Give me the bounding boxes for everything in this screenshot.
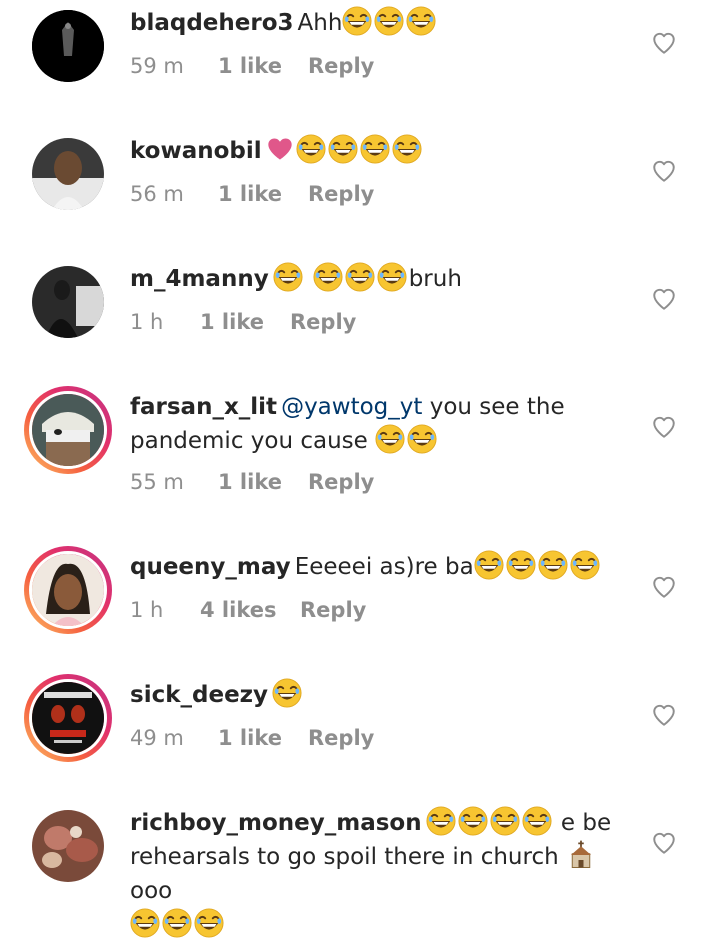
comment-username[interactable]: farsan_x_lit [130,394,277,420]
avatar [29,679,107,757]
avatar-image [32,10,104,82]
heart-outline-icon[interactable] [651,30,677,56]
avatar-image [32,138,104,210]
laughing-emoji-icon [328,134,358,164]
comment-text: blaqdehero3 Ahh [130,6,630,40]
comment-meta: 59 m 1 like Reply [130,54,374,78]
heart-outline-icon[interactable] [651,830,677,856]
avatar-image [32,682,104,754]
heart-outline-icon[interactable] [651,286,677,312]
comment-body: pandemic you cause [130,428,368,454]
laughing-emoji-icon [490,806,520,836]
comment-meta: 49 m 1 like Reply [130,726,374,750]
laughing-emoji-icon [474,550,504,580]
laughing-emoji-icon [296,134,326,164]
avatar[interactable] [32,266,104,338]
avatar-image [32,266,104,338]
comment-likes[interactable]: 1 like [218,470,308,494]
avatar [29,551,107,629]
heart-outline-icon[interactable] [651,414,677,440]
comment-text: richboy_money_mason e be rehearsals to g… [130,806,630,942]
avatar [29,391,107,469]
avatar-story-ring[interactable] [24,546,112,634]
heart-outline-icon[interactable] [651,574,677,600]
comment-time: 55 m [130,470,184,494]
laughing-emoji-icon [313,262,343,292]
comment-time: 56 m [130,182,184,206]
comment-username[interactable]: queeny_may [130,554,291,580]
comment-username[interactable]: richboy_money_mason [130,810,422,836]
laughing-emoji-icon [426,806,456,836]
laughing-emoji-icon [407,424,437,454]
avatar[interactable] [32,810,104,882]
avatar-image [32,394,104,466]
avatar-image [32,810,104,882]
laughing-emoji-icon [360,134,390,164]
comment-body: Ahh [297,10,343,36]
comment-time: 49 m [130,726,184,750]
avatar[interactable] [32,10,104,82]
laughing-emoji-icon [538,550,568,580]
church-emoji-icon [566,840,596,870]
comment-meta: 56 m 1 like Reply [130,182,374,206]
comment-text: sick_deezy [130,678,630,712]
comment-body: e be [560,810,612,836]
reply-button[interactable]: Reply [308,470,374,494]
comment-time: 1 h [130,598,164,622]
laughing-emoji-icon [570,550,600,580]
avatar[interactable] [32,138,104,210]
laughing-emoji-icon [345,262,375,292]
reply-button[interactable]: Reply [300,598,366,622]
laughing-emoji-icon [342,6,372,36]
laughing-emoji-icon [194,908,224,938]
comment-likes[interactable]: 1 like [218,54,308,78]
comment-time: 59 m [130,54,184,78]
reply-button[interactable]: Reply [290,310,356,334]
laughing-emoji-icon [130,908,160,938]
laughing-emoji-icon [506,550,536,580]
avatar-story-ring[interactable] [24,674,112,762]
laughing-emoji-icon [458,806,488,836]
comment-username[interactable]: sick_deezy [130,682,268,708]
laughing-emoji-icon [392,134,422,164]
reply-button[interactable]: Reply [308,726,374,750]
laughing-emoji-icon [406,6,436,36]
comment-body: bruh [408,266,462,292]
comment-meta: 1 h 4 likes Reply [130,598,366,622]
avatar-story-ring[interactable] [24,386,112,474]
heart-outline-icon[interactable] [651,702,677,728]
laughing-emoji-icon [377,262,407,292]
comment-likes[interactable]: 1 like [218,726,308,750]
avatar-image [32,554,104,626]
comment-body: ooo [130,878,173,904]
comment-mention[interactable]: @yawtog_yt [281,394,422,420]
comment-text: farsan_x_lit @yawtog_yt you see the pande… [130,390,630,458]
laughing-emoji-icon [374,6,404,36]
comment-username[interactable]: kowanobil [130,138,262,164]
comment-meta: 55 m 1 like Reply [130,470,374,494]
laughing-emoji-icon [272,678,302,708]
comment-likes[interactable]: 1 like [218,182,308,206]
comment-time: 1 h [130,310,164,334]
comment-text: m_4manny bruh [130,262,630,296]
heart-outline-icon[interactable] [651,158,677,184]
comment-text: kowanobil [130,134,630,168]
pink-heart-emoji-icon [266,134,294,164]
comment-username[interactable]: blaqdehero3 [130,10,294,36]
comment-likes[interactable]: 1 like [200,310,290,334]
reply-button[interactable]: Reply [308,54,374,78]
reply-button[interactable]: Reply [308,182,374,206]
comment-text: queeny_may Eeeeei as)re ba [130,550,630,584]
laughing-emoji-icon [162,908,192,938]
comment-meta: 1 h 1 like Reply [130,310,356,334]
comment-body: you see the [429,394,565,420]
comment-username[interactable]: m_4manny [130,266,269,292]
laughing-emoji-icon [375,424,405,454]
comment-likes[interactable]: 4 likes [200,598,300,622]
laughing-emoji-icon [273,262,303,292]
comment-body: Eeeeei as)re ba [294,554,474,580]
comment-body: rehearsals to go spoil there in church [130,844,559,870]
laughing-emoji-icon [522,806,552,836]
